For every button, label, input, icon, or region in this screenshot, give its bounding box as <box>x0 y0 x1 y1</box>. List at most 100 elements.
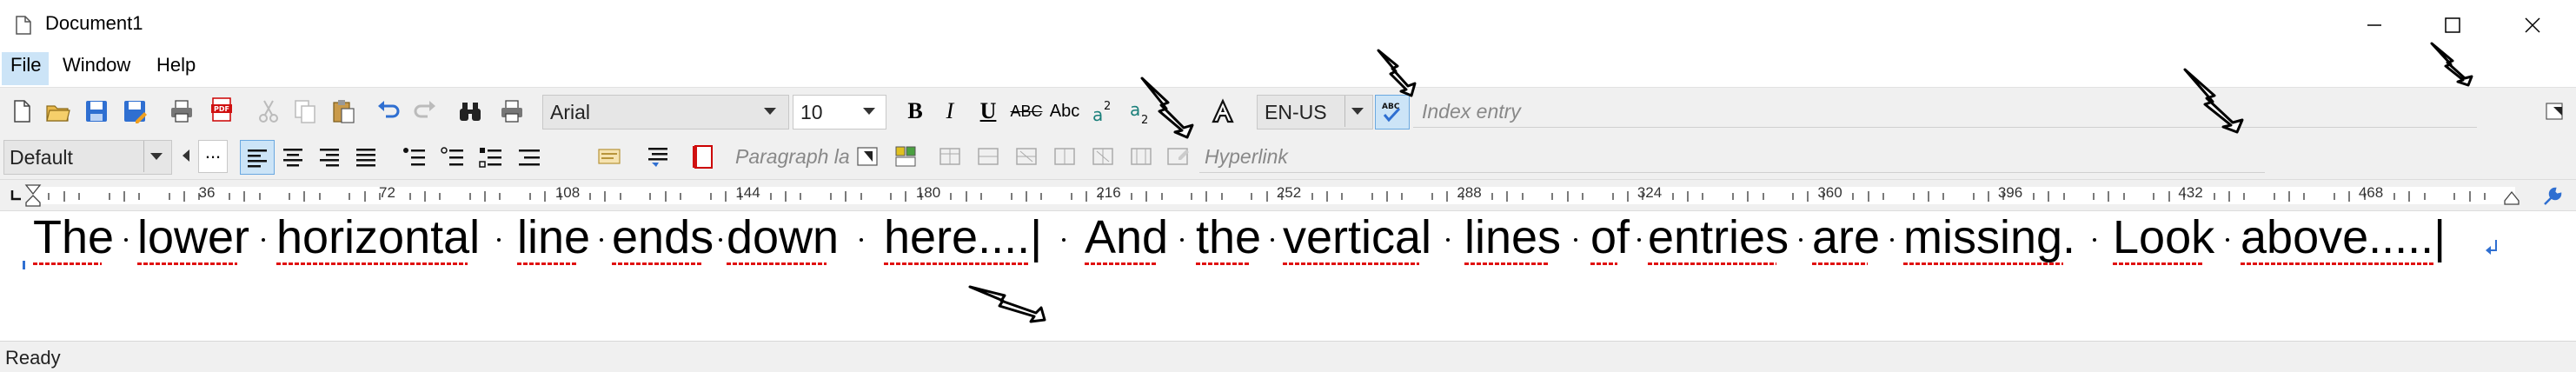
document-word: lines <box>1464 211 1562 263</box>
align-left-icon[interactable] <box>240 140 275 175</box>
outline-list-icon[interactable] <box>513 140 546 173</box>
chevron-down-icon[interactable] <box>764 108 776 115</box>
find-binoculars-icon[interactable] <box>454 95 487 128</box>
ruler-tick <box>2303 193 2306 200</box>
document-word: are <box>1812 211 1881 263</box>
ruler-number: 288 <box>1457 184 1482 201</box>
font-name-combo[interactable]: Arial <box>542 95 789 130</box>
spell-error-underline <box>1196 262 1249 265</box>
minimize-icon[interactable] <box>2357 12 2392 38</box>
strikethrough-icon[interactable]: ABC <box>1010 95 1043 128</box>
left-indent-marker[interactable] <box>24 183 42 208</box>
small-caps-icon[interactable]: Abc <box>1048 95 1081 128</box>
spell-error-underline <box>1648 262 1776 265</box>
numbered-list-icon[interactable] <box>436 140 469 173</box>
page-layout-icon[interactable] <box>687 140 720 173</box>
new-document-icon[interactable] <box>5 95 38 128</box>
bold-icon[interactable]: B <box>899 95 932 128</box>
paragraph-label-placeholder: Paragraph la <box>735 145 850 168</box>
insert-column-icon[interactable] <box>1048 140 1081 173</box>
delete-column-icon[interactable] <box>1086 140 1119 173</box>
ruler-tick <box>2168 191 2170 202</box>
spell-error-underline <box>1464 262 1549 265</box>
checkbox-list-icon[interactable] <box>475 140 508 173</box>
paste-icon[interactable] <box>327 95 360 128</box>
svg-text:PDF: PDF <box>214 105 229 113</box>
table-properties-icon[interactable] <box>1161 140 1194 173</box>
chevron-down-icon[interactable] <box>863 108 875 115</box>
field-shading-icon[interactable] <box>890 140 923 173</box>
ruler-tick <box>484 191 486 202</box>
merge-cells-icon[interactable] <box>1125 140 1158 173</box>
ruler-tick <box>890 193 893 200</box>
close-icon[interactable] <box>2515 12 2550 38</box>
tab-stop-icon[interactable] <box>9 189 23 203</box>
lightning-annotation-icon <box>2183 68 2244 134</box>
ruler-tick <box>1371 193 1373 200</box>
menu-window[interactable]: Window <box>63 54 130 76</box>
justify-icon[interactable] <box>349 140 382 173</box>
align-center-icon[interactable] <box>276 140 309 173</box>
ruler-tick <box>1506 191 1509 202</box>
wrench-icon[interactable] <box>2541 185 2564 208</box>
ruler-number: 36 <box>198 184 216 201</box>
align-right-icon[interactable] <box>313 140 346 173</box>
document-word: the <box>1196 211 1262 263</box>
toolbar-options-icon[interactable] <box>2539 95 2573 128</box>
chevron-down-icon[interactable] <box>1351 108 1364 115</box>
maximize-icon[interactable] <box>2435 12 2470 38</box>
font-size-combo[interactable]: 10 <box>793 95 886 130</box>
index-entry-field[interactable]: Index entry <box>1413 95 2477 128</box>
ruler-tick <box>528 193 531 200</box>
format-paragraph-icon[interactable] <box>641 140 674 173</box>
cut-icon[interactable] <box>252 95 285 128</box>
menu-help[interactable]: Help <box>156 54 196 76</box>
delete-row-icon[interactable] <box>1010 140 1043 173</box>
ruler-tick <box>1792 193 1795 200</box>
status-text: Ready <box>5 347 61 369</box>
table-of-contents-icon[interactable] <box>593 140 626 173</box>
style-combo[interactable]: Default <box>3 140 172 175</box>
export-pdf-icon[interactable]: PDF <box>205 93 238 126</box>
ruler-tick <box>1431 193 1433 200</box>
language-combo[interactable]: EN-US <box>1257 95 1373 130</box>
ruler-tick <box>2093 193 2095 200</box>
space-marker <box>2226 238 2229 242</box>
paragraph-label-field[interactable]: Paragraph la <box>728 140 859 173</box>
space-marker <box>496 238 501 242</box>
redo-icon[interactable] <box>408 95 442 128</box>
ruler-tick <box>709 193 712 200</box>
print-preview-icon[interactable] <box>495 95 528 128</box>
chevron-down-icon[interactable] <box>150 153 163 160</box>
ruler-number: 72 <box>379 184 395 201</box>
ruler-tick <box>318 193 321 200</box>
menu-file[interactable]: File <box>10 54 41 76</box>
chevron-left-icon[interactable] <box>183 149 189 162</box>
ruler-tick <box>829 193 832 200</box>
superscript-icon[interactable]: a2 <box>1086 95 1119 128</box>
print-icon[interactable] <box>165 95 198 128</box>
save-icon[interactable] <box>80 95 113 128</box>
space-marker <box>123 238 128 242</box>
ruler-tick <box>1988 191 1989 202</box>
right-indent-marker[interactable] <box>2503 190 2520 206</box>
space-marker <box>860 238 863 242</box>
label-options-icon[interactable] <box>852 140 885 173</box>
style-value: Default <box>10 146 73 169</box>
save-as-icon[interactable] <box>118 95 151 128</box>
space-marker <box>1061 238 1066 242</box>
insert-row-icon[interactable] <box>972 140 1005 173</box>
ruler-tick <box>1265 191 1268 202</box>
hyperlink-field[interactable]: Hyperlink <box>1199 140 2265 173</box>
italic-icon[interactable]: I <box>933 95 966 128</box>
ruler-tick <box>1702 193 1704 200</box>
bullet-list-icon[interactable] <box>398 140 431 173</box>
copy-icon[interactable] <box>289 95 322 128</box>
undo-icon[interactable] <box>372 95 405 128</box>
ruler-tick <box>1521 193 1524 200</box>
ruler-tick <box>2273 193 2275 200</box>
open-folder-icon[interactable] <box>42 95 75 128</box>
more-styles-button[interactable]: ... <box>198 140 228 173</box>
underline-icon[interactable]: U <box>972 95 1005 128</box>
insert-table-icon[interactable] <box>933 140 966 173</box>
